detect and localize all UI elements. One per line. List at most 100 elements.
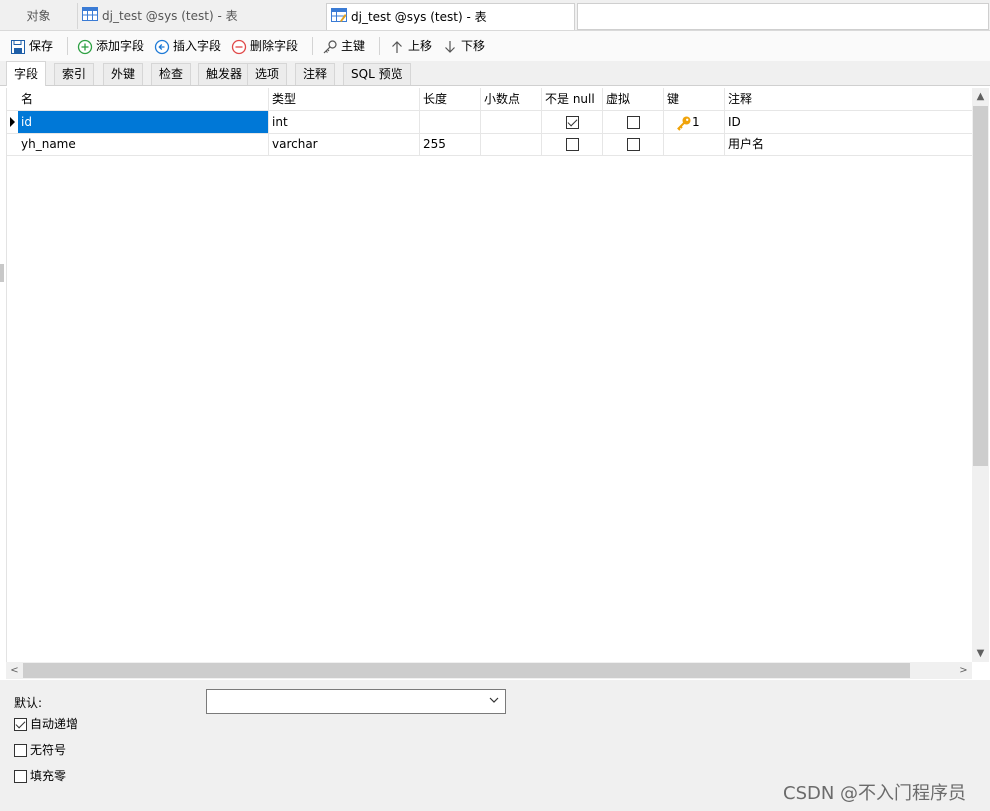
primary-key-button[interactable]: 主键 (322, 36, 365, 56)
zerofill-checkbox[interactable] (14, 770, 27, 783)
toolbar-separator (379, 37, 380, 55)
cell-virtual[interactable] (603, 133, 664, 155)
delete-field-button[interactable]: 删除字段 (231, 36, 298, 56)
primary-key-icon (677, 116, 691, 131)
document-tab-strip: 对象 dj_test @sys (test) - 表 dj_test @sys … (0, 0, 990, 31)
grid-header: 名 类型 长度 小数点 不是 null 虚拟 键 注释 (7, 88, 973, 111)
arrow-up-icon (392, 40, 402, 53)
table-design-icon (331, 5, 347, 31)
toolbar-separator (67, 37, 68, 55)
default-label: 默认: (14, 696, 43, 710)
add-circle-icon (77, 39, 93, 54)
move-up-label: 上移 (408, 39, 433, 53)
delete-field-label: 删除字段 (250, 39, 299, 53)
subtab-checks[interactable]: 检查 (151, 63, 192, 85)
tab-label: dj_test @sys (test) - 表 (102, 9, 238, 23)
subtab-foreign-keys[interactable]: 外键 (103, 63, 144, 85)
auto-increment-label: 自动递增 (30, 717, 79, 731)
not-null-checkbox[interactable] (565, 138, 579, 151)
insert-field-label: 插入字段 (173, 39, 222, 53)
add-field-label: 添加字段 (96, 39, 145, 53)
column-header-name[interactable]: 名 (18, 88, 269, 110)
virtual-checkbox[interactable] (626, 138, 640, 151)
column-header-type[interactable]: 类型 (269, 88, 420, 110)
default-value-select[interactable] (206, 689, 506, 714)
scroll-down-icon[interactable]: ▼ (972, 645, 989, 662)
key-order: 1 (692, 115, 700, 129)
horizontal-scroll-thumb[interactable] (23, 663, 910, 678)
zerofill-label: 填充零 (30, 769, 67, 783)
scroll-up-icon[interactable]: ▲ (972, 88, 989, 105)
watermark: CSDN @不入门程序员 (783, 783, 967, 804)
horizontal-scrollbar[interactable]: < > (6, 662, 972, 679)
subtab-comment[interactable]: 注释 (295, 63, 336, 85)
subtab-options[interactable]: 选项 (247, 63, 288, 85)
save-icon (11, 39, 25, 54)
auto-increment-checkbox[interactable] (14, 718, 27, 731)
cell-comment[interactable]: 用户名 (725, 133, 973, 155)
table-icon (82, 4, 98, 30)
virtual-checkbox[interactable] (626, 116, 640, 129)
save-label: 保存 (29, 39, 54, 53)
scroll-right-icon[interactable]: > (955, 662, 972, 679)
column-header-length[interactable]: 长度 (420, 88, 481, 110)
cell-virtual[interactable] (603, 111, 664, 133)
save-button[interactable]: 保存 (10, 36, 53, 56)
cell-not-null[interactable] (542, 111, 603, 133)
toolbar-separator (312, 37, 313, 55)
add-field-button[interactable]: 添加字段 (77, 36, 144, 56)
unsigned-checkbox[interactable] (14, 744, 27, 757)
cell-comment[interactable]: ID (725, 111, 973, 133)
panel-resize-handle[interactable] (0, 264, 4, 282)
column-header-comment[interactable]: 注释 (725, 88, 973, 110)
remove-circle-icon (231, 39, 247, 54)
table-row[interactable]: id int 1 ID (7, 111, 973, 134)
column-header-decimals[interactable]: 小数点 (481, 88, 542, 110)
move-down-button[interactable]: 下移 (442, 36, 485, 56)
move-up-button[interactable]: 上移 (389, 36, 432, 56)
cell-not-null[interactable] (542, 133, 603, 155)
cell-decimals[interactable] (481, 133, 542, 155)
cell-decimals[interactable] (481, 111, 542, 133)
auto-increment-option[interactable]: 自动递增 (14, 717, 78, 731)
column-header-virtual[interactable]: 虚拟 (603, 88, 664, 110)
column-header-not-null[interactable]: 不是 null (542, 88, 603, 110)
subtab-triggers[interactable]: 触发器 (198, 63, 251, 85)
tab-objects[interactable]: 对象 (0, 3, 78, 29)
fields-grid: 名 类型 长度 小数点 不是 null 虚拟 键 注释 id int 1 ID … (6, 88, 973, 662)
chevron-down-icon (489, 697, 499, 703)
zerofill-option[interactable]: 填充零 (14, 769, 66, 783)
tab-table-design-1[interactable]: dj_test @sys (test) - 表 (78, 3, 330, 29)
insert-arrow-icon (154, 39, 170, 54)
subtab-fields[interactable]: 字段 (6, 61, 47, 86)
unsigned-option[interactable]: 无符号 (14, 743, 66, 757)
subtab-indexes[interactable]: 索引 (54, 63, 95, 85)
primary-key-label: 主键 (341, 39, 366, 53)
cell-length[interactable]: 255 (420, 133, 481, 155)
vertical-scrollbar[interactable]: ▲ ▼ (972, 88, 989, 662)
scroll-left-icon[interactable]: < (6, 662, 23, 679)
subtab-sql-preview[interactable]: SQL 预览 (343, 63, 411, 85)
toolbar: 保存 添加字段 插入字段 删除字段 主键 上移 下移 (0, 31, 990, 61)
tab-table-design-2[interactable]: dj_test @sys (test) - 表 (326, 3, 575, 30)
cell-name[interactable]: yh_name (18, 133, 269, 155)
move-down-label: 下移 (461, 39, 486, 53)
cell-name[interactable]: id (18, 111, 269, 133)
cell-type[interactable]: int (269, 111, 420, 133)
not-null-checkbox[interactable] (565, 116, 579, 129)
table-row[interactable]: yh_name varchar 255 用户名 (7, 133, 973, 156)
field-properties-panel: 默认: 自动递增 无符号 填充零 CSDN @不入门程序员 (0, 680, 990, 811)
vertical-scroll-thumb[interactable] (973, 106, 988, 466)
insert-field-button[interactable]: 插入字段 (154, 36, 221, 56)
unsigned-label: 无符号 (30, 743, 67, 757)
tab-strip-empty-area (577, 3, 989, 30)
cell-key[interactable] (664, 133, 725, 155)
column-header-key[interactable]: 键 (664, 88, 725, 110)
arrow-down-icon (445, 40, 455, 53)
cell-key[interactable]: 1 (664, 111, 725, 133)
cell-type[interactable]: varchar (269, 133, 420, 155)
tab-label: 对象 (26, 9, 51, 23)
cell-length[interactable] (420, 111, 481, 133)
tab-label: dj_test @sys (test) - 表 (351, 10, 487, 24)
designer-subtabs: 字段 索引 外键 检查 触发器 选项 注释 SQL 预览 (0, 61, 990, 86)
